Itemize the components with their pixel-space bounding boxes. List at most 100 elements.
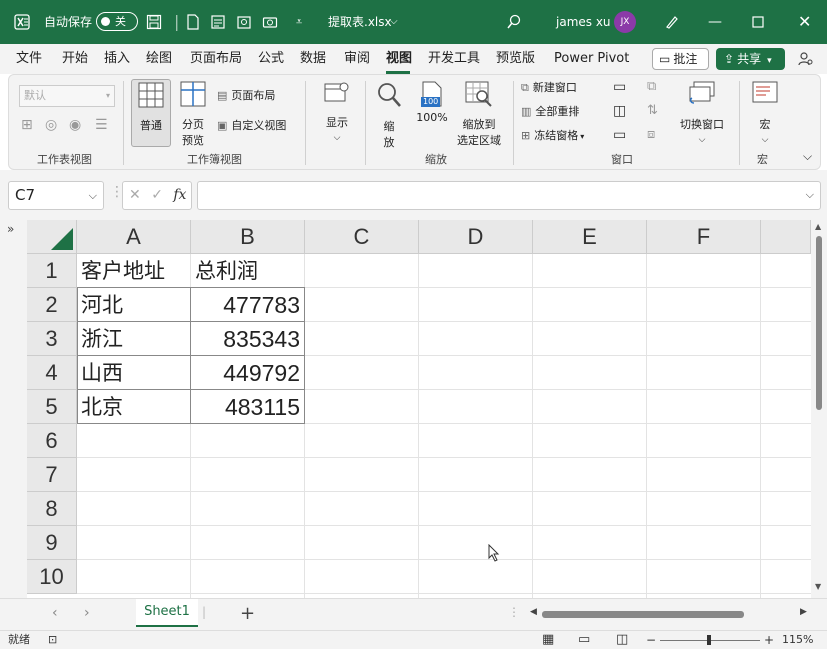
row-header-7[interactable]: 7 xyxy=(27,458,77,492)
cell-a2[interactable]: 河北 xyxy=(77,288,190,322)
sheet-view-select[interactable]: 默认 ▾ xyxy=(19,85,115,107)
prev-sheet-icon[interactable]: ‹ xyxy=(52,605,58,621)
column-header-d[interactable]: D xyxy=(419,220,533,254)
expand-panel-icon[interactable]: » xyxy=(7,222,14,236)
exit-view-icon[interactable]: ◎ xyxy=(45,117,57,133)
normal-view-button[interactable]: 普通 xyxy=(131,79,171,147)
tab-review[interactable]: 审阅 xyxy=(344,44,370,74)
pen-icon[interactable] xyxy=(664,0,680,47)
minimize-icon[interactable]: — xyxy=(708,0,722,44)
unhide-window-icon[interactable]: ▭ xyxy=(613,127,626,143)
cell-a3[interactable]: 浙江 xyxy=(77,322,190,356)
row-header-4[interactable]: 4 xyxy=(27,356,77,390)
column-header-c[interactable]: C xyxy=(305,220,419,254)
share-button[interactable]: ⇪ 共享 ▾ xyxy=(716,48,785,70)
enter-icon[interactable]: ✓ xyxy=(151,187,163,203)
column-header-e[interactable]: E xyxy=(533,220,647,254)
form-icon[interactable] xyxy=(210,0,226,47)
page-break-view-icon[interactable]: ◫ xyxy=(616,631,628,649)
view-side-by-side-icon[interactable]: ⧉ xyxy=(647,79,656,94)
cancel-icon[interactable]: ✕ xyxy=(129,187,141,203)
row-header-2[interactable]: 2 xyxy=(27,288,77,322)
worksheet-grid[interactable]: » A B C D E F 1 2 3 4 5 6 7 8 9 10 客户地址 … xyxy=(0,220,827,598)
cell-b4[interactable]: 449792 xyxy=(191,356,304,390)
scroll-up-icon[interactable]: ▲ xyxy=(815,222,821,231)
accessibility-icon[interactable]: ⊡ xyxy=(48,631,57,649)
reset-window-position-icon[interactable]: ⧈ xyxy=(647,127,655,142)
tab-developer[interactable]: 开发工具 xyxy=(428,44,480,74)
cell-b1[interactable]: 总利润 xyxy=(191,254,305,288)
keep-view-icon[interactable]: ⊞ xyxy=(21,117,33,133)
hide-window-icon[interactable]: ◫ xyxy=(613,103,626,119)
tab-splitter-icon[interactable]: ⋮ xyxy=(508,605,520,619)
zoom-level[interactable]: 115% xyxy=(782,631,813,649)
tab-insert[interactable]: 插入 xyxy=(104,44,130,74)
expand-formula-bar-icon[interactable]: ⌵ xyxy=(806,188,814,202)
scroll-right-icon[interactable]: ▶ xyxy=(800,607,807,617)
split-icon[interactable]: ▭ xyxy=(613,79,626,95)
customize-toolbar-icon[interactable]: ⩡ xyxy=(296,0,302,44)
tab-power-pivot[interactable]: Power Pivot xyxy=(554,44,629,74)
tab-preview[interactable]: 预览版 xyxy=(496,44,535,74)
row-header-1[interactable]: 1 xyxy=(27,254,77,288)
zoom-button[interactable]: 缩 放 xyxy=(371,81,407,150)
cell-a4[interactable]: 山西 xyxy=(77,356,190,390)
tab-formulas[interactable]: 公式 xyxy=(258,44,284,74)
row-header-5[interactable]: 5 xyxy=(27,390,77,424)
camera-icon[interactable] xyxy=(262,0,278,47)
tab-draw[interactable]: 绘图 xyxy=(146,44,172,74)
chevron-down-icon[interactable]: ⌵ xyxy=(390,0,398,44)
name-box[interactable]: C7 ⌵ xyxy=(8,181,104,210)
tab-home[interactable]: 开始 xyxy=(62,44,88,74)
row-header-8[interactable]: 8 xyxy=(27,492,77,526)
page-layout-button[interactable]: ▤ 页面布局 xyxy=(217,87,275,105)
sheet-tab-sheet1[interactable]: Sheet1 xyxy=(136,599,198,627)
zoom-in-icon[interactable]: + xyxy=(764,631,774,649)
column-header-f[interactable]: F xyxy=(647,220,761,254)
file-icon[interactable] xyxy=(186,0,200,47)
autosave-toggle[interactable]: 关 xyxy=(96,12,138,31)
show-button[interactable]: 显示 ⌵ xyxy=(317,81,357,143)
print-preview-icon[interactable] xyxy=(236,0,252,47)
horizontal-scrollbar[interactable]: ◀ ▶ xyxy=(530,607,808,619)
row-header-10[interactable]: 10 xyxy=(27,560,77,594)
maximize-icon[interactable] xyxy=(752,0,764,45)
formula-input[interactable]: ⌵ xyxy=(197,181,821,210)
cell-b5[interactable]: 483115 xyxy=(191,390,304,424)
row-header-3[interactable]: 3 xyxy=(27,322,77,356)
scroll-left-icon[interactable]: ◀ xyxy=(530,607,537,617)
freeze-panes-button[interactable]: ⊞ 冻结窗格 ▾ xyxy=(521,127,584,146)
column-header-b[interactable]: B xyxy=(191,220,305,254)
search-icon[interactable] xyxy=(506,0,522,47)
cell-b3[interactable]: 835343 xyxy=(191,322,304,356)
cell-b2[interactable]: 477783 xyxy=(191,288,304,322)
row-header-6[interactable]: 6 xyxy=(27,424,77,458)
zoom-to-selection-button[interactable]: 缩放到 选定区域 xyxy=(453,81,505,148)
scroll-down-icon[interactable]: ▼ xyxy=(815,582,821,591)
column-header-a[interactable]: A xyxy=(77,220,191,254)
collapse-ribbon-icon[interactable]: ⌵ xyxy=(803,149,812,164)
next-sheet-icon[interactable]: › xyxy=(84,605,90,621)
comments-button[interactable]: ▭ 批注 xyxy=(652,48,709,70)
custom-views-button[interactable]: ▣ 自定义视图 xyxy=(217,117,286,135)
zoom-slider-knob[interactable] xyxy=(707,635,711,645)
view-options-icon[interactable]: ☰ xyxy=(95,117,108,133)
cell-a5[interactable]: 北京 xyxy=(77,390,190,424)
page-break-preview-button[interactable]: 分页 预览 xyxy=(175,81,211,148)
zoom-100-button[interactable]: 100 100% xyxy=(413,81,451,124)
macros-button[interactable]: 宏 ⌵ xyxy=(745,81,785,145)
file-name[interactable]: 提取表.xlsx xyxy=(328,0,392,44)
row-header-9[interactable]: 9 xyxy=(27,526,77,560)
column-header-g[interactable] xyxy=(761,220,811,254)
zoom-out-icon[interactable]: − xyxy=(646,631,656,649)
switch-windows-button[interactable]: 切换窗口 ⌵ xyxy=(675,81,729,145)
person-search-icon[interactable] xyxy=(798,48,814,74)
tab-view[interactable]: 视图 xyxy=(386,44,412,74)
horizontal-scroll-thumb[interactable] xyxy=(542,611,744,618)
insert-function-button[interactable]: fx xyxy=(173,187,186,203)
new-view-icon[interactable]: ◉ xyxy=(69,117,81,133)
normal-view-icon[interactable]: ▦ xyxy=(542,631,554,649)
add-sheet-button[interactable]: + xyxy=(240,603,255,624)
scroll-thumb[interactable] xyxy=(816,236,822,410)
vertical-scrollbar[interactable]: ▲ ▼ xyxy=(811,220,827,598)
